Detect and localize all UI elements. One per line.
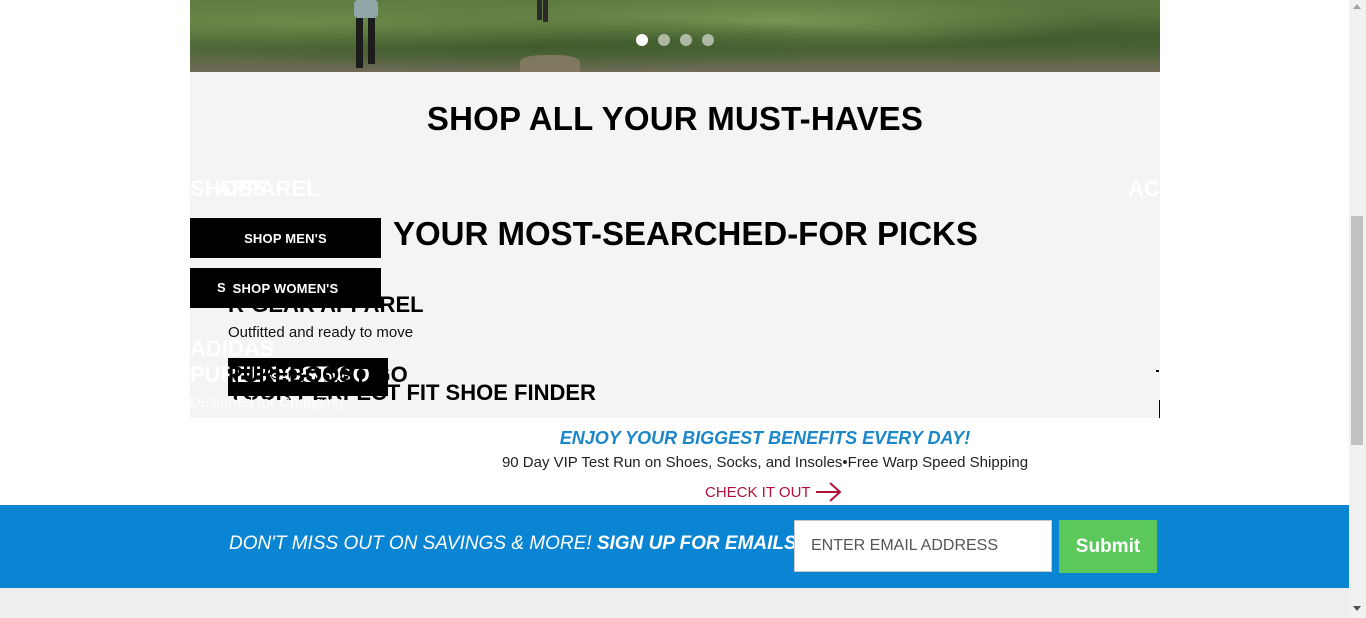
scroll-down-icon[interactable]	[1353, 606, 1361, 611]
scrollbar-thumb[interactable]	[1351, 216, 1363, 445]
shop-mens-button[interactable]: SHOP MEN'S	[190, 218, 381, 258]
designed-text: Designed for Changing	[190, 394, 344, 411]
vertical-scrollbar[interactable]	[1349, 0, 1366, 618]
scroll-up-icon[interactable]	[1353, 4, 1361, 9]
check-it-out-label: CHECK IT OUT	[705, 483, 811, 501]
carousel-dot-1[interactable]	[636, 34, 648, 46]
hero-trail-image	[520, 55, 580, 72]
email-prompt-text: DON'T MISS OUT ON SAVINGS & MORE!	[229, 533, 597, 554]
arrow-right-icon	[815, 482, 842, 502]
email-signup-prompt: DON'T MISS OUT ON SAVINGS & MORE! SIGN U…	[229, 533, 802, 555]
hero-carousel[interactable]	[190, 0, 1160, 72]
shop-mens-label: SHOP MEN'S	[244, 230, 327, 246]
email-input[interactable]	[794, 520, 1052, 572]
carousel-dots	[636, 34, 714, 46]
check-it-out-link[interactable]: CHECK IT OUT	[705, 481, 843, 503]
edge-divider	[1159, 400, 1160, 418]
page: SHOP ALL YOUR MUST-HAVES SHOES APPAREL A…	[0, 0, 1349, 618]
edge-tick	[1156, 370, 1159, 372]
section-heading: SHOP ALL YOUR MUST-HAVES	[426, 100, 924, 137]
category-accessories-label[interactable]: ACC	[1128, 176, 1160, 202]
submit-button[interactable]: Submit	[1059, 520, 1157, 573]
footer-strip	[0, 588, 1349, 618]
carousel-dot-4[interactable]	[702, 34, 714, 46]
category-apparel-label[interactable]: APPAREL	[216, 176, 320, 202]
email-signup-bar: DON'T MISS OUT ON SAVINGS & MORE! SIGN U…	[0, 505, 1349, 588]
adidas-label: ADIDAS	[190, 336, 275, 361]
shop-section: SHOP ALL YOUR MUST-HAVES SHOES APPAREL A…	[190, 72, 1160, 418]
email-prompt-bold: SIGN UP FOR EMAILS	[596, 533, 797, 554]
gear-heading: R-GEAR APPAREL	[228, 292, 424, 317]
hero-runner-legs-image	[535, 0, 549, 24]
benefits-title: ENJOY YOUR BIGGEST BENEFITS EVERY DAY!	[559, 428, 971, 448]
benefits-subtitle: 90 Day VIP Test Run on Shoes, Socks, and…	[501, 454, 1029, 471]
carousel-dot-2[interactable]	[658, 34, 670, 46]
shop-womens-ghost-letter: S	[217, 280, 226, 295]
benefits-banner: ENJOY YOUR BIGGEST BENEFITS EVERY DAY! 9…	[190, 418, 1160, 505]
picks-heading: YOUR MOST-SEARCHED-FOR PICKS	[393, 215, 978, 252]
carousel-dot-3[interactable]	[680, 34, 692, 46]
hero-runner-image	[350, 0, 384, 68]
